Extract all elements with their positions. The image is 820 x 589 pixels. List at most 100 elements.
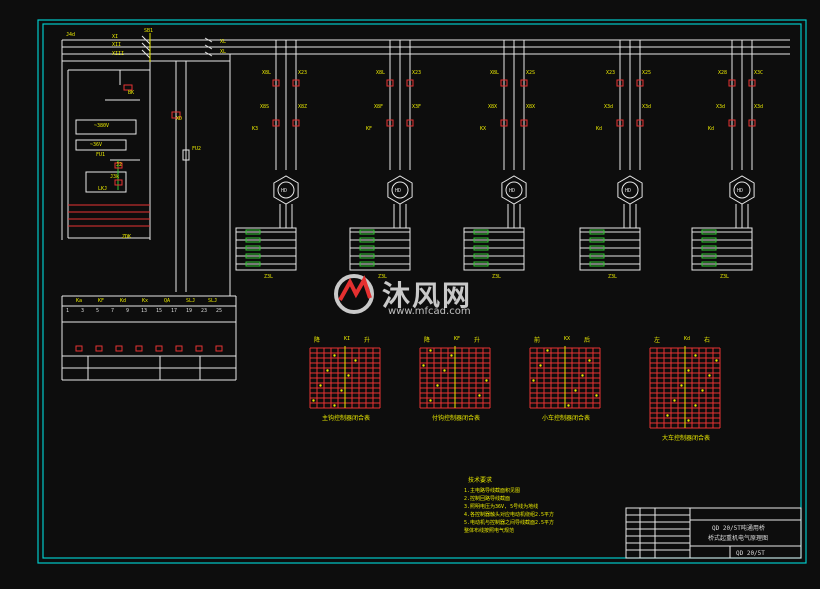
bus-label-xi: XI — [112, 34, 118, 40]
ctrl-contact-box — [75, 345, 83, 352]
title-line-2: 桥式起重机电气原理图 — [708, 534, 768, 542]
table-contact-dot — [478, 394, 481, 397]
table-caption: 主钩控制器闭合表 — [322, 414, 370, 422]
motor-contact-label: X3d — [716, 104, 725, 110]
table-contact-dot — [354, 359, 357, 362]
switch-label-sb1: SB1 — [144, 28, 153, 34]
motor-group-m5: X28 X3C X3d X3d Kd HD Z3L — [691, 40, 763, 280]
table-contact-dot — [485, 379, 488, 382]
ctrl-device-label: Kd — [120, 298, 126, 304]
technical-notes: 技术要求 1.主电路导线截面积见图 2.控制回路导线截面 3.照明电压为36V,… — [464, 476, 554, 534]
label-j3k: J3k — [110, 174, 119, 180]
table-contact-dot — [436, 384, 439, 387]
watermark: 沐风网 www.mfcad.com — [330, 270, 490, 320]
ctrl-node-number: 15 — [156, 308, 162, 314]
table-caption: 大车控制器闭合表 — [662, 434, 710, 442]
table-heading-right: 右 — [704, 336, 710, 344]
drawing-code: QD 20/5T — [736, 550, 765, 557]
table-contact-dot — [340, 389, 343, 392]
table-caption: 小车控制器闭合表 — [542, 414, 590, 422]
table-contact-dot — [319, 384, 322, 387]
watermark-url: www.mfcad.com — [388, 306, 471, 317]
motor-contact-label: X8F — [374, 104, 383, 110]
table-heading-left: 降 — [314, 336, 320, 344]
controller-tables: 降 KI 升主钩控制器闭合表 降 KF 升付钩控制器闭合表 前 KX 后小车控制器闭合表 左 Kd 右… — [309, 336, 721, 442]
feeder-lines — [171, 54, 231, 296]
ctrl-device-label: Ka — [76, 298, 82, 304]
motor-group-m1: X8L X23 X8S X8Z K3 HD Z3L — [235, 40, 307, 280]
label-36v: ~36V — [90, 142, 102, 148]
table-contact-dot — [450, 354, 453, 357]
motor-contact-label: X8Z — [298, 104, 307, 110]
motor-label: HD — [281, 188, 287, 194]
table-heading-mid: Kd — [684, 336, 690, 342]
table-contact-dot — [701, 389, 704, 392]
table-contact-dot — [581, 374, 584, 377]
motor-group-m3: X8L X2S X8X X8X KX HD Z3L — [463, 40, 535, 280]
resistor-label: Z3L — [720, 274, 729, 280]
table-contact-dot — [694, 354, 697, 357]
ctrl-contact-box — [215, 345, 223, 352]
motor-coil-label: K3 — [252, 126, 258, 132]
table-contact-dot — [673, 399, 676, 402]
table-contact-dot — [326, 369, 329, 372]
motor-label: HD — [737, 188, 743, 194]
motor-label: HD — [395, 188, 401, 194]
ctrl-contact-box — [195, 345, 203, 352]
table-contact-dot — [687, 369, 690, 372]
resistor-label: Z3L — [264, 274, 273, 280]
notes-line-3: 3.照明电压为36V, 5号线为地线 — [464, 503, 538, 510]
title-block — [625, 507, 802, 559]
ctrl-contact-box — [95, 345, 103, 352]
power-bus — [62, 39, 790, 62]
motor-circuits: X8L X23X8S X8ZK3HDZ3LX8L X23X8F X3FKFHDZ3LX8… — [235, 40, 763, 280]
bus-label-j4d: J4d — [66, 32, 75, 38]
ctrl-contact-box — [175, 345, 183, 352]
label-fu1: FU1 — [96, 152, 105, 158]
notes-line-2: 2.控制回路导线截面 — [464, 495, 510, 502]
notes-line-6: 整体布线按照电气规范 — [464, 527, 514, 534]
label-fu2: FU2 — [192, 146, 201, 152]
ctrl-device-label: Kx — [142, 298, 148, 304]
table-heading-left: 降 — [424, 336, 430, 344]
control-bus — [61, 295, 237, 381]
table-contact-dot — [429, 399, 432, 402]
motor-contact-label: X23 — [606, 70, 615, 76]
motor-contact-label: X8X — [488, 104, 497, 110]
resistor-label: Z3L — [608, 274, 617, 280]
table-heading-right: 升 — [364, 336, 370, 344]
ctrl-node-number: 23 — [201, 308, 207, 314]
table-heading-right: 升 — [474, 336, 480, 344]
table-contact-dot — [687, 419, 690, 422]
title-line-1: QD 20/5T吨通用桥 — [712, 524, 765, 532]
table-contact-dot — [694, 404, 697, 407]
motor-contact-label: X8L — [490, 70, 499, 76]
label-lkj: LKJ — [98, 186, 107, 192]
table-contact-dot — [347, 374, 350, 377]
ctrl-contact-box — [135, 345, 143, 352]
table-contact-dot — [715, 359, 718, 362]
table-contact-dot — [532, 379, 535, 382]
motor-contact-label: X3d — [604, 104, 613, 110]
label-xd: XD — [176, 116, 182, 122]
table-heading-right: 后 — [584, 336, 590, 344]
table-heading-mid: KX — [564, 336, 570, 342]
table-contact-dot — [333, 404, 336, 407]
motor-contact-label: X3C — [754, 70, 763, 76]
controller-table-1: 降 KI 升主钩控制器闭合表 — [309, 336, 381, 422]
motor-group-m2: X8L X23X8F X3FKFHDZ3L — [349, 40, 421, 280]
ctrl-node-number: 13 — [141, 308, 147, 314]
motor-coil-label: KF — [366, 126, 372, 132]
cad-drawing-canvas[interactable]: J4d XI XII XIII XL XL SB1 ~380V ~36V FU1… — [0, 0, 820, 585]
ctrl-node-number: 25 — [216, 308, 222, 314]
motor-coil-label: Kd — [596, 126, 602, 132]
label-j2: J2 — [116, 162, 122, 168]
motor-contact-label: X8L — [262, 70, 271, 76]
label-380v: ~380V — [94, 123, 109, 129]
ctrl-contact-box — [155, 345, 163, 352]
motor-group-m4: X23 X25 X3d X3d Kd HD Z3L — [579, 40, 651, 280]
ctrl-node-number: 9 — [126, 308, 129, 314]
motor-contact-label: X3d — [642, 104, 651, 110]
controller-table-4: 左 Kd 右大车控制器闭合表 — [649, 336, 721, 442]
notes-line-4: 4.各控制器触头对应电动机绕组2.5平方 — [464, 511, 554, 518]
